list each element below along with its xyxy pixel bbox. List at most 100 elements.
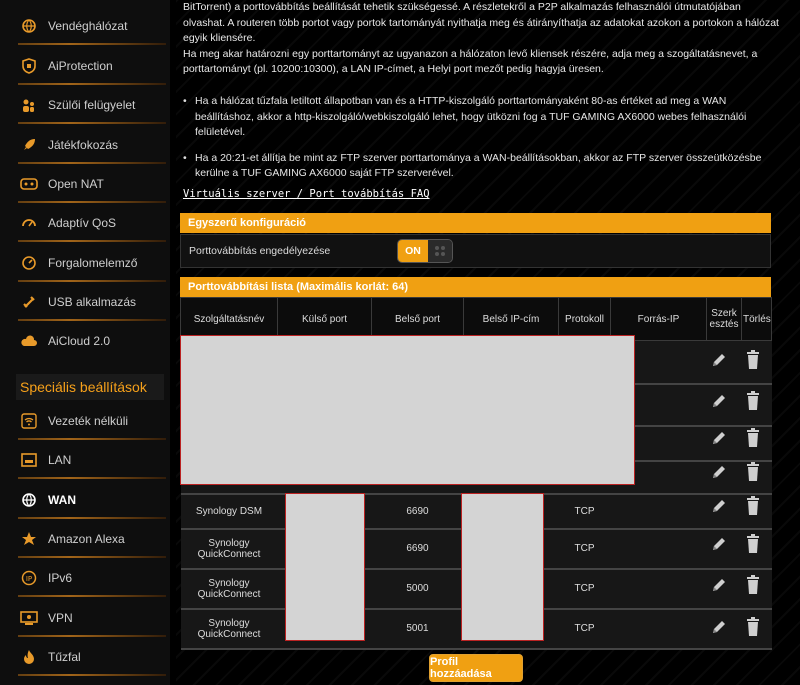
wan-globe-icon (20, 491, 38, 509)
sidebar-item-open-nat[interactable]: Open NAT (0, 165, 170, 203)
sidebar-item-guest-network[interactable]: Vendéghálózat (0, 7, 170, 45)
port-forward-list-header: Porttovábbítási lista (Maximális korlát:… (180, 277, 771, 297)
edit-icon[interactable] (710, 497, 728, 520)
trash-icon[interactable] (744, 350, 762, 375)
sidebar-item-ipv6[interactable]: IP IPv6 (0, 559, 170, 597)
simple-config-header: Egyszerű konfiguráció (180, 213, 771, 233)
divider (18, 595, 166, 597)
edit-icon[interactable] (710, 576, 728, 599)
globe-icon (20, 17, 38, 35)
divider (18, 201, 166, 203)
divider (18, 635, 166, 637)
trash-icon[interactable] (744, 575, 762, 600)
sidebar-item-label: Tűzfal (48, 650, 81, 664)
cell-internal-port: 5000 (371, 568, 464, 610)
cell-protocol: TCP (558, 528, 611, 570)
alexa-icon (20, 530, 38, 548)
sidebar-item-label: USB alkalmazás (48, 295, 137, 309)
sidebar-item-firewall[interactable]: Tűzfal (0, 638, 170, 676)
edit-icon[interactable] (710, 535, 728, 558)
col-delete: Törlés (741, 297, 772, 341)
sidebar-item-label: Szülői felügyelet (48, 98, 136, 112)
intro-line: porttartományt (pl. 10200:10300), a LAN … (183, 63, 604, 75)
sidebar-item-game-boost[interactable]: Játékfokozás (0, 126, 170, 164)
divider (18, 477, 166, 479)
divider (18, 240, 166, 242)
redacted-external-port (285, 493, 365, 641)
divider (18, 674, 166, 676)
trash-icon[interactable] (744, 617, 762, 642)
edit-icon[interactable] (710, 429, 728, 452)
cell-service-name: Synology DSM (180, 493, 278, 530)
trash-icon[interactable] (744, 391, 762, 416)
sidebar-item-parental[interactable]: Szülői felügyelet (0, 86, 170, 124)
cell-protocol: TCP (558, 493, 611, 530)
sidebar-item-adaptive-qos[interactable]: Adaptív QoS (0, 204, 170, 242)
sidebar-item-label: Vezeték nélküli (48, 414, 129, 428)
add-profile-button[interactable]: Profil hozzáadása (429, 654, 523, 682)
qos-icon (20, 214, 38, 232)
port-forwarding-toggle[interactable]: ON (397, 239, 453, 263)
sidebar-item-label: Adaptív QoS (48, 216, 117, 230)
cell-service-name: Synology QuickConnect (180, 528, 278, 570)
cell-service-name: Synology QuickConnect (180, 568, 278, 610)
note-line: kerülne a TUF GAMING AX6000 saját FTP sz… (195, 167, 454, 179)
edit-icon[interactable] (710, 618, 728, 641)
simple-config-row: Porttovábbítás engedélyezése ON (180, 234, 771, 268)
sidebar-item-label: AiProtection (48, 59, 113, 73)
divider (18, 319, 166, 321)
divider (18, 556, 166, 558)
sidebar-item-lan[interactable]: LAN (0, 441, 170, 479)
intro-line: olvashat. A routeren több portot vagy po… (183, 16, 779, 29)
trash-icon[interactable] (744, 496, 762, 521)
toggle-on-label: ON (398, 240, 428, 262)
cell-protocol: TCP (558, 608, 611, 650)
divider (18, 122, 166, 124)
intro-line: Ha meg akar határozni egy porttartományt… (183, 47, 758, 60)
redacted-internal-ip (461, 493, 544, 641)
divider (18, 280, 166, 282)
divider (18, 517, 166, 519)
note-line: beállításhoz, akkor a http-kiszolgáló/we… (195, 110, 747, 123)
toggle-knob-icon (428, 240, 452, 262)
trash-icon[interactable] (744, 462, 762, 487)
sidebar-item-wireless[interactable]: Vezeték nélküli (0, 402, 170, 440)
ipv6-icon: IP (20, 569, 38, 587)
trash-icon[interactable] (744, 428, 762, 453)
edit-icon[interactable] (710, 351, 728, 374)
rocket-icon (20, 136, 38, 154)
sidebar-item-vpn[interactable]: VPN (0, 599, 170, 637)
sidebar-item-label: VPN (48, 611, 73, 625)
redacted-area (180, 335, 635, 485)
sidebar-item-aiprotection[interactable]: AiProtection (0, 47, 170, 85)
note-line: Ha a 20:21-et állítja be mint az FTP sze… (195, 151, 762, 164)
usb-icon (20, 293, 38, 311)
trash-icon[interactable] (744, 534, 762, 559)
cell-internal-port: 5001 (371, 608, 464, 650)
edit-icon[interactable] (710, 392, 728, 415)
intro-line: egyik kliensére. (183, 32, 256, 44)
divider (18, 83, 166, 85)
faq-link[interactable]: Virtuális szerver / Port továbbítás FAQ (183, 188, 430, 200)
section-title-advanced: Speciális beállítások (16, 374, 164, 400)
cloud-icon (20, 332, 38, 350)
intro-text: BitTorrent) a porttovábbítás beállítását… (183, 0, 783, 78)
sidebar-item-label: LAN (48, 453, 72, 467)
sidebar-item-wan[interactable]: WAN (0, 481, 170, 519)
sidebar-item-label: WAN (48, 493, 76, 507)
note-item: Ha a 20:21-et állítja be mint az FTP sze… (183, 151, 779, 182)
sidebar-item-alexa[interactable]: Amazon Alexa (0, 520, 170, 558)
firewall-icon (20, 648, 38, 666)
sidebar: Vendéghálózat AiProtection Szülői felügy… (0, 0, 170, 685)
edit-icon[interactable] (710, 463, 728, 486)
open-nat-icon (20, 175, 38, 193)
cell-internal-port: 6690 (371, 493, 464, 530)
traffic-icon (20, 254, 38, 272)
sidebar-item-traffic-analyzer[interactable]: Forgalomelemző (0, 244, 170, 282)
sidebar-item-label: Vendéghálózat (48, 19, 128, 33)
cell-internal-port: 6690 (371, 528, 464, 570)
sidebar-item-aicloud[interactable]: AiCloud 2.0 (0, 322, 170, 360)
sidebar-item-usb[interactable]: USB alkalmazás (0, 283, 170, 321)
lan-icon (20, 451, 38, 469)
wifi-icon (20, 412, 38, 430)
